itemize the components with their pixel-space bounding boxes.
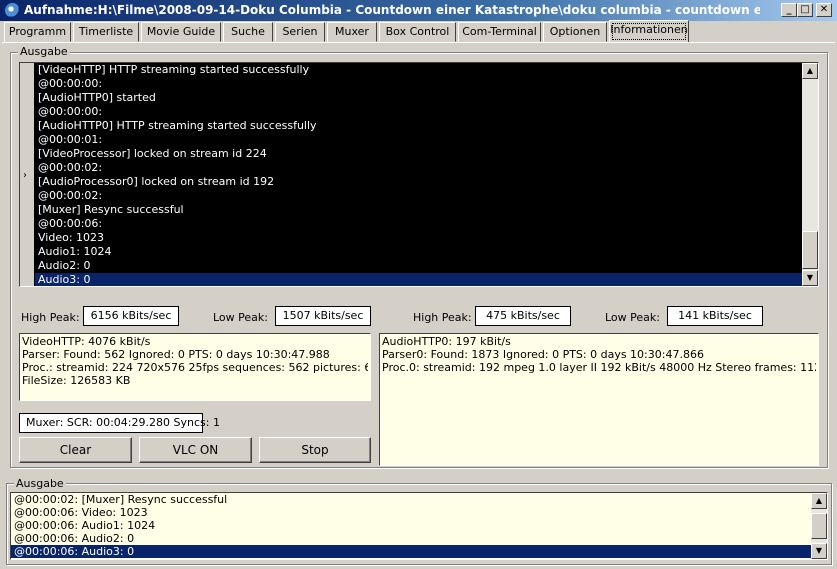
tab-box-control[interactable]: Box Control	[379, 22, 456, 42]
window-title: Aufnahme:H:\Filme\2008-09-14-Doku Columb…	[24, 3, 760, 17]
scroll-thumb[interactable]	[811, 513, 827, 539]
muxer-status: Muxer: SCR: 00:04:29.280 Syncs: 1	[19, 413, 220, 433]
log-line[interactable]: [Muxer] Resync successful	[35, 203, 802, 217]
log-line[interactable]: @00:00:06: Video: 1023	[11, 506, 811, 519]
scroll-thumb[interactable]	[802, 231, 818, 269]
log-gutter: ›	[20, 63, 34, 286]
log-line[interactable]: @00:00:01:	[35, 133, 802, 147]
tab-com-terminal[interactable]: Com-Terminal	[458, 22, 541, 42]
audio-high-peak-value: 475 kBits/sec	[475, 306, 571, 326]
minimize-button[interactable]: _	[781, 3, 797, 17]
close-button[interactable]: ✕	[816, 3, 832, 17]
output-log-scrollbar[interactable]: ▲ ▼	[802, 63, 818, 286]
log-line[interactable]: @00:00:02:	[35, 189, 802, 203]
scroll-down-button[interactable]: ▼	[811, 543, 827, 559]
tab-optionen[interactable]: Optionen	[543, 22, 607, 42]
output-log-lines: [VideoHTTP] HTTP streaming started succe…	[35, 63, 802, 286]
output-group-label: Ausgabe	[18, 45, 70, 58]
log-line[interactable]: @00:00:06: Audio2: 0	[11, 532, 811, 545]
video-info-line: Parser: Found: 562 Ignored: 0 PTS: 0 day…	[22, 348, 330, 361]
audio-info-line: Parser0: Found: 1873 Ignored: 0 PTS: 0 d…	[382, 348, 704, 361]
log-line[interactable]: Video: 1023	[35, 231, 802, 245]
log-line[interactable]: [AudioProcessor0] locked on stream id 19…	[35, 175, 802, 189]
audio-low-peak-value: 141 kBits/sec	[667, 306, 763, 326]
video-info-box: VideoHTTP: 4076 kBit/s Parser: Found: 56…	[19, 333, 371, 401]
video-info-line: VideoHTTP: 4076 kBit/s	[22, 335, 151, 348]
log-line[interactable]: @00:00:06:	[35, 217, 802, 231]
video-info-line: Proc.: streamid: 224 720x576 25fps seque…	[22, 361, 368, 374]
log-line[interactable]: Audio3: 0	[35, 273, 802, 286]
bottom-output-group-label: Ausgabe	[14, 477, 66, 490]
stop-button[interactable]: Stop	[259, 437, 371, 463]
log-line[interactable]: Audio2: 0	[35, 259, 802, 273]
bottom-output-log-lines: @00:00:02: [Muxer] Resync successful @00:…	[11, 493, 811, 559]
maximize-button[interactable]: □	[797, 3, 813, 17]
log-line[interactable]: [AudioHTTP0] started	[35, 91, 802, 105]
log-line[interactable]: [AudioHTTP0] HTTP streaming started succ…	[35, 119, 802, 133]
log-line[interactable]: @00:00:06: Audio3: 0	[11, 545, 811, 558]
output-log[interactable]: › [VideoHTTP] HTTP streaming started suc…	[19, 62, 819, 287]
audio-low-peak-label: Low Peak:	[605, 311, 660, 324]
audio-info-line: Proc.0: streamid: 192 mpeg 1.0 layer II …	[382, 361, 816, 374]
tab-divider	[2, 42, 835, 43]
tab-programm[interactable]: Programm	[4, 22, 71, 42]
log-line[interactable]: @00:00:02:	[35, 161, 802, 175]
audio-high-peak-label: High Peak:	[413, 311, 472, 324]
tab-informationen[interactable]: Informationen	[609, 20, 689, 43]
title-bar: Aufnahme:H:\Filme\2008-09-14-Doku Columb…	[0, 0, 837, 21]
tab-timerliste[interactable]: Timerliste	[73, 22, 139, 42]
tab-movie-guide[interactable]: Movie Guide	[141, 22, 221, 42]
log-line[interactable]: [VideoProcessor] locked on stream id 224	[35, 147, 802, 161]
audio-info-line: AudioHTTP0: 197 kBit/s	[382, 335, 511, 348]
scroll-up-button[interactable]: ▲	[802, 63, 818, 79]
scroll-down-button[interactable]: ▼	[802, 270, 818, 286]
tab-serien[interactable]: Serien	[275, 22, 325, 42]
current-line-marker-icon: ›	[23, 170, 27, 181]
bottom-output-log[interactable]: @00:00:02: [Muxer] Resync successful @00:…	[10, 492, 828, 560]
log-line[interactable]: Audio1: 1024	[35, 245, 802, 259]
app-icon	[5, 3, 20, 18]
audio-info-box: AudioHTTP0: 197 kBit/s Parser0: Found: 1…	[379, 333, 819, 466]
scroll-up-button[interactable]: ▲	[811, 493, 827, 509]
video-high-peak-label: High Peak:	[21, 311, 80, 324]
log-line[interactable]: @00:00:06: Audio1: 1024	[11, 519, 811, 532]
log-line[interactable]: @00:00:00:	[35, 77, 802, 91]
video-low-peak-label: Low Peak:	[213, 311, 268, 324]
video-low-peak-value: 1507 kBits/sec	[275, 306, 371, 326]
tab-suche[interactable]: Suche	[223, 22, 273, 42]
video-high-peak-value: 6156 kBits/sec	[83, 306, 179, 326]
vlc-on-button[interactable]: VLC ON	[139, 437, 252, 463]
video-info-line: FileSize: 126583 KB	[22, 374, 131, 387]
bottom-log-scrollbar[interactable]: ▲ ▼	[811, 493, 827, 559]
clear-button[interactable]: Clear	[19, 437, 132, 463]
tab-muxer[interactable]: Muxer	[327, 22, 377, 42]
log-line[interactable]: @00:00:02: [Muxer] Resync successful	[11, 493, 811, 506]
log-line[interactable]: @00:00:00:	[35, 105, 802, 119]
log-line[interactable]: [VideoHTTP] HTTP streaming started succe…	[35, 63, 802, 77]
